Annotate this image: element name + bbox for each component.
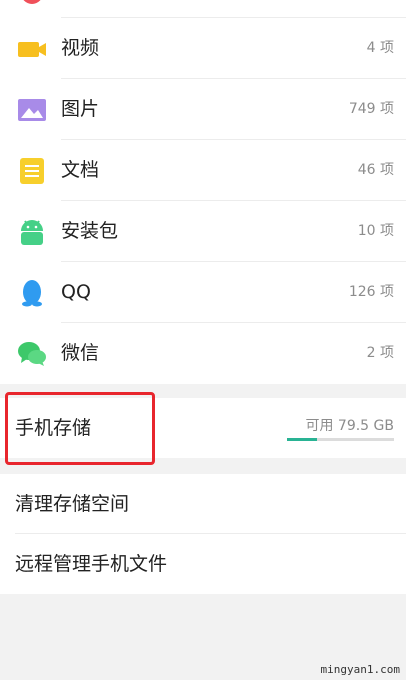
action-label: 远程管理手机文件 — [15, 553, 168, 575]
action-label: 清理存储空间 — [15, 493, 130, 515]
category-count: 126 项 — [348, 284, 394, 300]
category-label: 微信 — [61, 342, 100, 364]
image-icon — [17, 95, 47, 125]
storage-available: 可用 79.5 GB — [305, 418, 394, 434]
category-count: 2 项 — [366, 345, 394, 361]
category-count: 749 项 — [348, 101, 394, 117]
video-icon — [17, 34, 47, 64]
document-icon — [17, 156, 47, 186]
category-row-wechat[interactable]: 微信 2 项 — [0, 323, 406, 384]
storage-usage-bar — [287, 438, 394, 441]
wechat-icon — [17, 339, 47, 369]
category-row-images[interactable]: 图片 749 项 — [0, 79, 406, 140]
category-row-qq[interactable]: QQ 126 项 — [0, 262, 406, 323]
storage-actions: 清理存储空间 远程管理手机文件 — [0, 474, 406, 594]
category-label: 视频 — [61, 37, 100, 59]
category-count: 46 项 — [357, 162, 394, 178]
category-row-packages[interactable]: 安装包 10 项 — [0, 201, 406, 262]
category-list: 视频 4 项 图片 749 项 文档 46 项 安装包 10 项 QQ 126 … — [0, 0, 406, 384]
category-row-documents[interactable]: 文档 46 项 — [0, 140, 406, 201]
category-label: 文档 — [61, 159, 100, 181]
storage-usage-fill — [287, 438, 317, 441]
category-count: 4 项 — [366, 40, 394, 56]
watermark: mingyan1.com — [320, 663, 400, 676]
category-row-video[interactable]: 视频 4 项 — [0, 18, 406, 79]
category-count: 10 项 — [357, 223, 394, 239]
category-label: 图片 — [61, 98, 100, 120]
clean-storage-item[interactable]: 清理存储空间 — [0, 474, 406, 534]
category-label: QQ — [61, 281, 91, 303]
android-icon — [17, 217, 47, 247]
qq-penguin-icon — [17, 278, 47, 308]
highlight-annotation-box — [5, 392, 155, 465]
category-row-partial[interactable] — [0, 0, 406, 18]
partial-red-icon — [20, 0, 44, 4]
remote-manage-item[interactable]: 远程管理手机文件 — [0, 534, 406, 594]
category-label: 安装包 — [61, 220, 119, 242]
